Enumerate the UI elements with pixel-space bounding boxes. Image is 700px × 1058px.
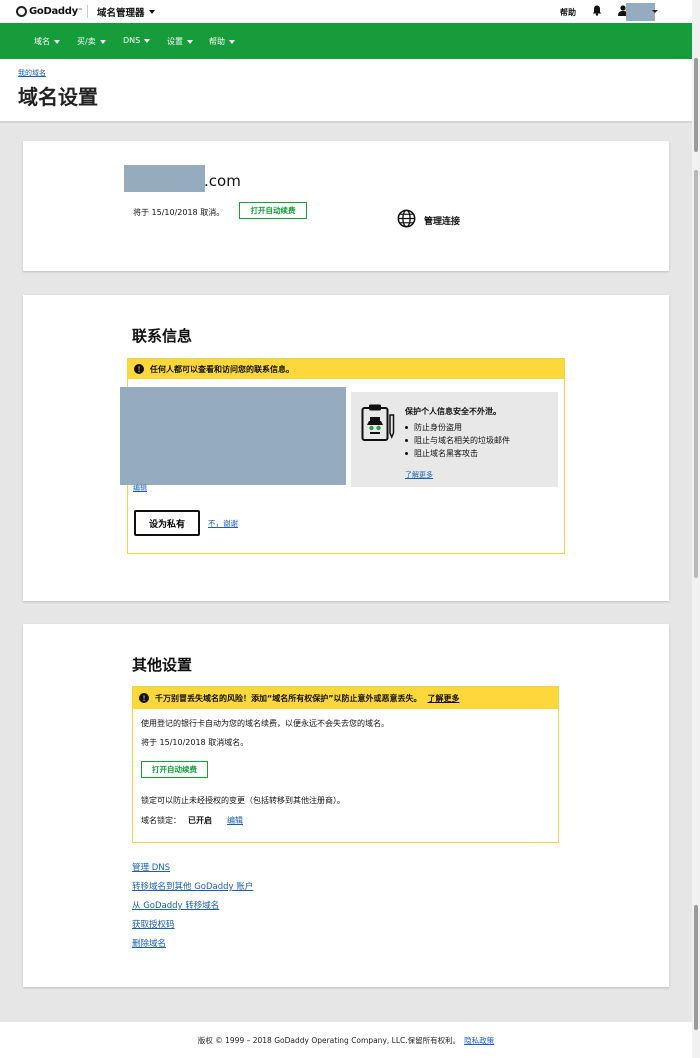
privacy-title: 保护个人信息安全不外泄。 <box>405 407 501 416</box>
contact-warning-bar: ! 任何人都可以查看和访问您的联系信息。 <box>128 359 564 379</box>
domain-lock-status: 已开启 <box>188 816 212 825</box>
logo-trademark: ™ <box>77 8 83 14</box>
globe-icon[interactable] <box>397 209 416 228</box>
nav-item-label: 买/卖 <box>77 37 96 46</box>
page-header: 我的域名 域名设置 <box>0 59 692 123</box>
godaddy-logo[interactable]: GoDaddy ™ <box>16 4 83 18</box>
nav-item-label: 帮助 <box>209 37 225 46</box>
notification-bell-icon[interactable] <box>592 5 602 16</box>
get-auth-code-link[interactable]: 获取授权码 <box>132 918 175 930</box>
domain-card: .com 将于 15/10/2018 取消。 打开自动续费 管理连接 <box>23 141 669 271</box>
redacted-domain-name <box>124 165 205 192</box>
transfer-to-account-link[interactable]: 转移域名到其他 GoDaddy 账户 <box>132 880 253 892</box>
chevron-down-icon <box>187 39 193 44</box>
cancel-date-text: 将于 15/10/2018 取消域名。 <box>141 738 249 747</box>
privacy-policy-link[interactable]: 隐私政策 <box>464 1035 494 1046</box>
auto-renew-description: 使用登记的银行卡自动为您的域名续费，以便永远不会失去您的域名。 <box>141 719 389 728</box>
ownership-warning-bar: ! 千万别冒丢失域名的风险！添加“域名所有权保护”以防止意外或恶意丢失。 了解更… <box>133 687 558 709</box>
nav-item-settings[interactable]: 设置 <box>167 36 193 47</box>
list-item: 防止身份盗用 <box>405 421 510 434</box>
info-icon: ! <box>134 364 144 374</box>
app-name-label: 域名管理器 <box>97 8 145 19</box>
make-private-button[interactable]: 设为私有 <box>134 510 200 536</box>
info-icon: ! <box>139 693 149 703</box>
user-menu[interactable] <box>618 3 658 21</box>
transfer-away-link[interactable]: 从 GoDaddy 转移域名 <box>132 899 219 911</box>
header-help-link[interactable]: 帮助 <box>560 7 576 18</box>
page-title: 域名设置 <box>18 85 98 109</box>
footer: 版权 © 1999 – 2018 GoDaddy Operating Compa… <box>0 1022 692 1058</box>
ownership-learn-more-link[interactable]: 了解更多 <box>428 693 460 704</box>
other-section-title: 其他设置 <box>132 656 193 674</box>
domain-lock-edit-link[interactable]: 编辑 <box>227 815 243 826</box>
auto-renew-button[interactable]: 打开自动续费 <box>239 202 307 219</box>
privacy-panel: 保护个人信息安全不外泄。 防止身份盗用 阻止与域名相关的垃圾邮件 阻止域名黑客攻… <box>351 392 558 487</box>
lock-description: 锁定可以防止未经授权的变更（包括转移到其他注册商）。 <box>141 796 345 805</box>
list-item: 阻止域名黑客攻击 <box>405 447 510 460</box>
delete-domain-link[interactable]: 删除域名 <box>132 937 166 949</box>
domain-tld: .com <box>204 172 241 190</box>
chevron-down-icon <box>144 38 151 43</box>
redacted-contact-details <box>120 387 346 485</box>
ownership-warning-text: 千万别冒丢失域名的风险！添加“域名所有权保护”以防止意外或恶意丢失。 <box>155 693 422 703</box>
app-switcher[interactable]: 域名管理器 <box>97 5 155 19</box>
no-thanks-link[interactable]: 不，谢谢 <box>208 518 238 529</box>
cancel-date-text: 将于 15/10/2018 取消。 <box>133 208 225 217</box>
scrollbar-thumb-lower[interactable] <box>694 905 698 1030</box>
copyright-text: 版权 © 1999 – 2018 GoDaddy Operating Compa… <box>197 1035 461 1045</box>
auto-renew-button[interactable]: 打开自动续费 <box>141 761 208 778</box>
domain-lock-label: 域名锁定： <box>141 816 181 825</box>
breadcrumb[interactable]: 我的域名 <box>18 68 46 78</box>
contact-card: 联系信息 ! 任何人都可以查看和访问您的联系信息。 编辑 保护个人信息安全不外泄… <box>23 295 669 601</box>
redacted-username <box>626 3 655 21</box>
nav-item-dns[interactable]: DNS <box>123 36 151 45</box>
list-item: 阻止与域名相关的垃圾邮件 <box>405 434 510 447</box>
chevron-down-icon <box>229 39 235 44</box>
chevron-down-icon <box>652 10 658 13</box>
chevron-down-icon <box>54 39 60 44</box>
chevron-down-icon <box>148 10 155 14</box>
scrollbar-thumb[interactable] <box>694 58 698 152</box>
nav-item-label: 设置 <box>167 37 183 46</box>
scrollbar-thumb-secondary[interactable] <box>694 170 698 578</box>
manage-connection-link[interactable]: 管理连接 <box>424 214 460 227</box>
nav-item-help[interactable]: 帮助 <box>209 36 235 47</box>
nav-item-label: DNS <box>123 36 141 45</box>
header-divider <box>87 5 88 18</box>
manage-dns-link[interactable]: 管理 DNS <box>132 861 170 873</box>
other-settings-card: 其他设置 ! 千万别冒丢失域名的风险！添加“域名所有权保护”以防止意外或恶意丢失… <box>23 624 669 987</box>
contact-section-title: 联系信息 <box>132 327 193 345</box>
nav-item-buy-sell[interactable]: 买/卖 <box>77 36 106 47</box>
other-settings-box: ! 千万别冒丢失域名的风险！添加“域名所有权保护”以防止意外或恶意丢失。 了解更… <box>132 686 559 843</box>
contact-edit-link[interactable]: 编辑 <box>133 483 147 493</box>
chevron-down-icon <box>99 39 106 44</box>
nav-item-label: 域名 <box>34 37 50 46</box>
privacy-benefit-list: 防止身份盗用 阻止与域名相关的垃圾邮件 阻止域名黑客攻击 <box>405 421 510 460</box>
top-bar: GoDaddy ™ 域名管理器 帮助 <box>0 0 692 23</box>
clipboard-privacy-icon <box>361 404 395 441</box>
logo-text: GoDaddy <box>29 5 78 17</box>
logo-icon <box>16 5 27 17</box>
contact-warning-box: ! 任何人都可以查看和访问您的联系信息。 编辑 保护个人信息安全不外泄。 防止身… <box>120 358 565 554</box>
learn-more-link[interactable]: 了解更多 <box>405 470 433 480</box>
nav-item-domains[interactable]: 域名 <box>34 36 60 47</box>
contact-warning-text: 任何人都可以查看和访问您的联系信息。 <box>150 364 294 374</box>
main-nav: 域名 买/卖 DNS 设置 帮助 <box>0 23 692 59</box>
